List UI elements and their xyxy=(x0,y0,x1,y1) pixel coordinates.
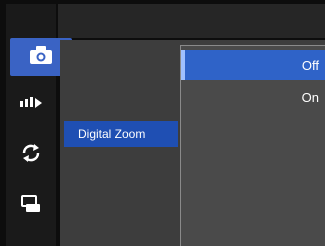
option-dropdown: Off On xyxy=(180,45,325,246)
settings-icon xyxy=(20,193,42,218)
digital-zoom-option[interactable]: Digital Zoom xyxy=(64,121,178,147)
rail-item-settings[interactable] xyxy=(6,188,56,222)
face-detect-icon xyxy=(18,94,44,117)
status-bar xyxy=(58,4,325,38)
rotate-icon xyxy=(20,143,42,168)
mode-rail xyxy=(6,4,72,246)
dropdown-item-off[interactable]: Off xyxy=(181,50,325,80)
rail-item-rotate[interactable] xyxy=(6,138,56,172)
dropdown-item-on[interactable]: On xyxy=(181,82,325,112)
rail-item-face-detect[interactable] xyxy=(6,88,56,122)
camera-screen: Digital Zoom Off On xyxy=(0,0,325,246)
camera-icon xyxy=(28,45,54,70)
